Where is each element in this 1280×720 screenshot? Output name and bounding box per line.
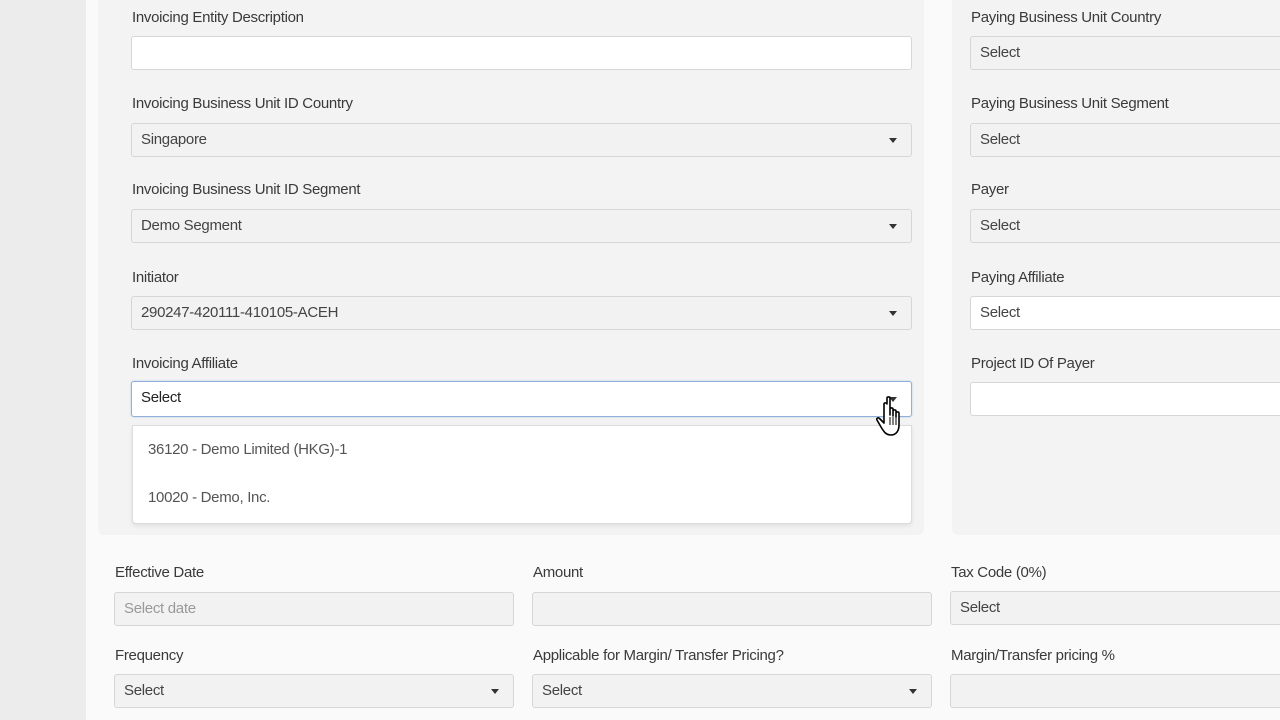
invoicing-affiliate-label: Invoicing Affiliate [132,355,238,372]
invoicing-bu-segment-label: Invoicing Business Unit ID Segment [132,181,361,198]
effective-date-input[interactable]: Select date [114,592,514,626]
frequency-value: Select [124,682,164,699]
paying-bu-segment-label: Paying Business Unit Segment [971,95,1169,112]
invoicing-bu-segment-select[interactable]: Demo Segment [131,209,912,243]
amount-input[interactable] [532,592,932,626]
frequency-label: Frequency [115,647,184,664]
amount-label: Amount [533,564,583,581]
paying-affiliate-label: Paying Affiliate [971,269,1065,286]
invoicing-entity-description-label: Invoicing Entity Description [132,9,304,26]
paying-bu-country-select[interactable]: Select [970,36,1280,70]
paying-affiliate-select[interactable]: Select [970,296,1280,330]
left-gutter [0,0,86,720]
margin-applicable-select[interactable]: Select [532,674,932,708]
margin-applicable-label: Applicable for Margin/ Transfer Pricing? [533,647,784,664]
effective-date-label: Effective Date [115,564,204,581]
invoicing-bu-country-select[interactable]: Singapore [131,123,912,157]
caret-down-icon [909,689,917,694]
project-id-of-payer-input[interactable] [970,382,1280,416]
project-id-of-payer-label: Project ID Of Payer [971,355,1095,372]
caret-down-icon [889,311,897,316]
tax-code-select[interactable]: Select [950,591,1280,625]
initiator-value: 290247-420111-410105-ACEH [141,304,339,321]
caret-down-icon [491,689,499,694]
paying-bu-segment-select[interactable]: Select [970,123,1280,157]
caret-down-icon [889,224,897,229]
initiator-select[interactable]: 290247-420111-410105-ACEH [131,296,912,330]
initiator-label: Initiator [132,269,179,286]
dropdown-option[interactable]: 36120 - Demo Limited (HKG)-1 [148,441,347,458]
invoicing-affiliate-select[interactable]: Select [131,381,912,417]
invoicing-bu-segment-value: Demo Segment [141,217,242,234]
payer-label: Payer [971,181,1009,198]
invoicing-bu-country-value: Singapore [141,131,207,148]
caret-down-icon [889,138,897,143]
invoicing-affiliate-value: Select [141,389,181,406]
invoicing-bu-country-label: Invoicing Business Unit ID Country [132,95,353,112]
dropdown-option[interactable]: 10020 - Demo, Inc. [148,489,270,506]
frequency-select[interactable]: Select [114,674,514,708]
paying-bu-country-label: Paying Business Unit Country [971,9,1162,26]
margin-percent-label: Margin/Transfer pricing % [951,647,1115,664]
invoicing-entity-description-input[interactable] [131,36,912,70]
invoicing-affiliate-dropdown: 36120 - Demo Limited (HKG)-1 10020 - Dem… [132,425,912,524]
payer-select[interactable]: Select [970,209,1280,243]
margin-applicable-value: Select [542,682,582,699]
margin-percent-input[interactable] [950,674,1280,708]
tax-code-label: Tax Code (0%) [951,564,1047,581]
hand-pointer-cursor-icon [875,396,900,436]
paying-panel [952,0,1280,535]
